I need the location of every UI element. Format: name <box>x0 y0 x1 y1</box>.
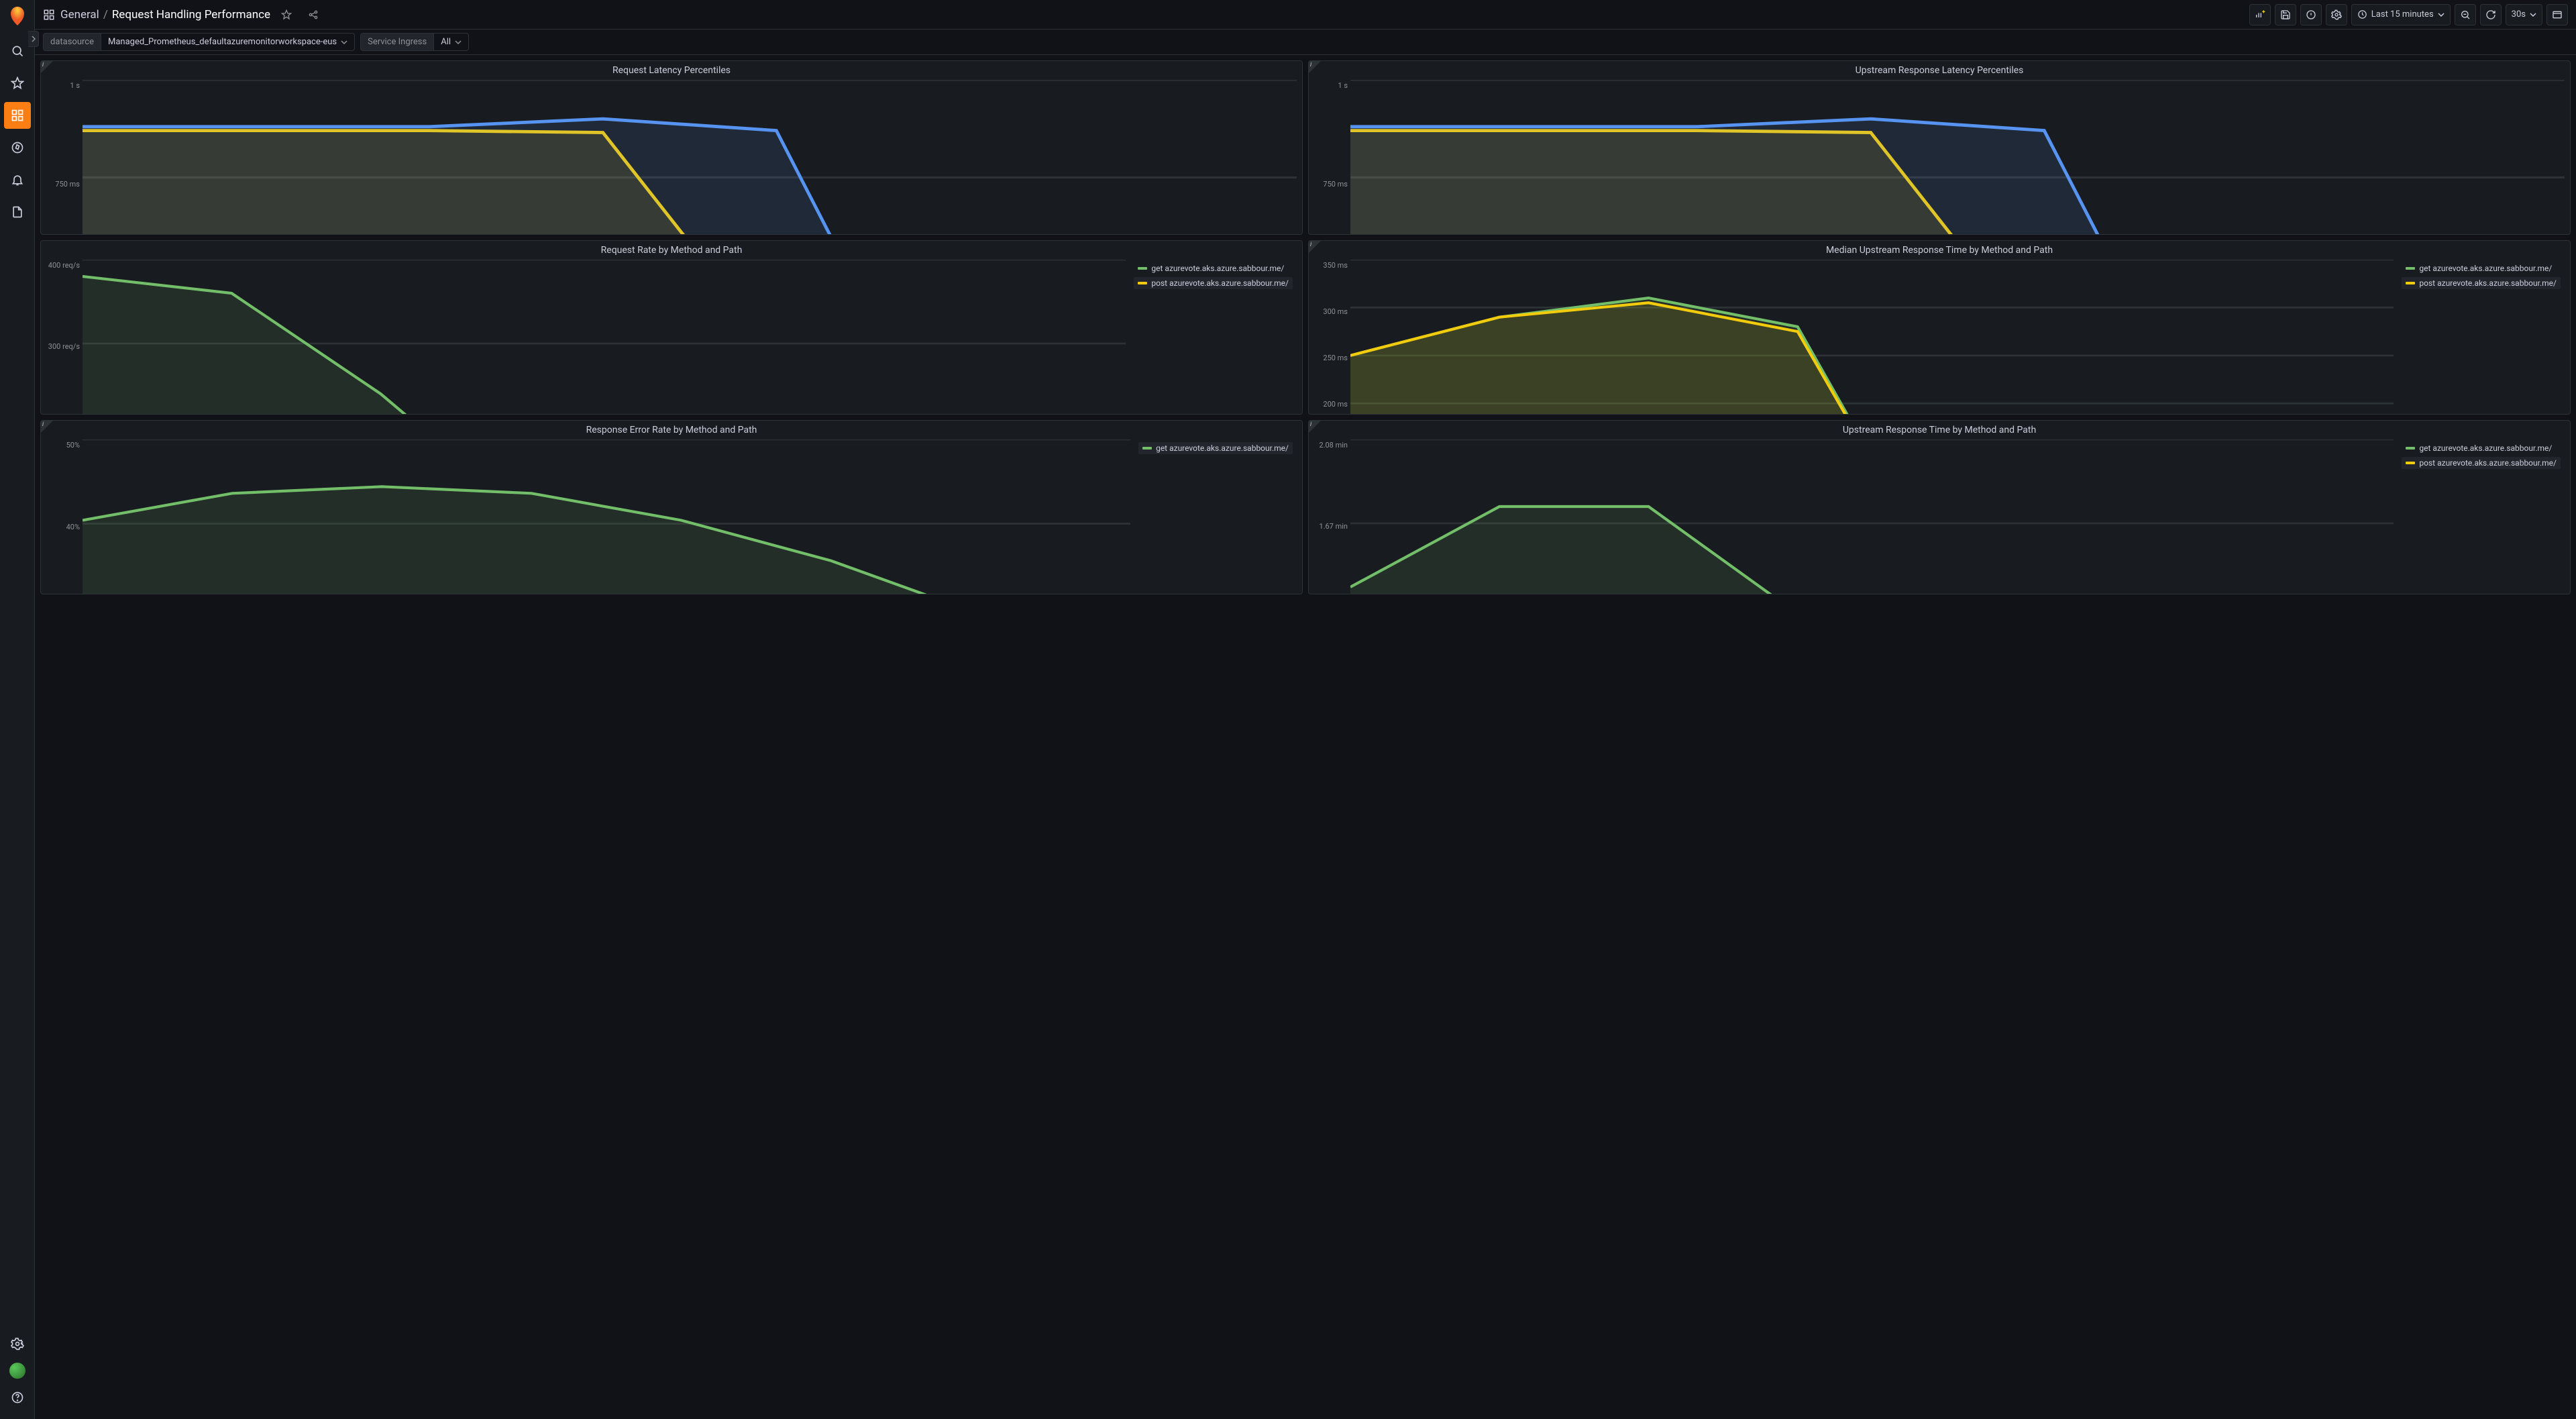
chart-plot[interactable] <box>1350 439 2394 594</box>
variable-service-ingress[interactable]: Service Ingress All <box>360 33 469 51</box>
chevron-down-icon <box>2530 11 2536 18</box>
panel-title: Request Latency Percentiles <box>41 61 1302 77</box>
y-axis: 2.08 min1.67 min1.25 min50 s25 s <box>1314 439 1350 594</box>
zoom-out-button[interactable] <box>2455 4 2476 25</box>
search-icon[interactable] <box>4 38 31 64</box>
refresh-interval-picker[interactable]: 30s <box>2506 4 2542 25</box>
panel-req_rate[interactable]: Request Rate by Method and Path 400 req/s… <box>40 240 1303 415</box>
variable-bar: datasource Managed_Prometheus_defaultazu… <box>35 30 2576 55</box>
panel-up_latency[interactable]: Upstream Response Latency Percentiles 1 s… <box>1308 60 2571 235</box>
nav-sidebar <box>0 0 35 1419</box>
y-axis: 1 s750 ms500 ms250 ms0 s <box>46 80 83 235</box>
grafana-logo-icon[interactable] <box>7 5 28 27</box>
cycle-view-button[interactable] <box>2546 4 2568 25</box>
y-axis: 50%40%30.0%20%10% <box>46 439 83 594</box>
starred-icon[interactable] <box>4 70 31 97</box>
legend-item[interactable]: get azurevote.aks.azure.sabbour.me/ <box>1138 442 1293 454</box>
legend-item[interactable]: post azurevote.aks.azure.sabbour.me/ <box>1134 277 1293 289</box>
chevron-down-icon <box>455 39 462 46</box>
share-button[interactable] <box>303 4 324 25</box>
panel-req_latency[interactable]: Request Latency Percentiles 1 s750 ms500 … <box>40 60 1303 235</box>
panel-median_up[interactable]: Median Upstream Response Time by Method … <box>1308 240 2571 415</box>
panel-info-icon[interactable] <box>1309 421 1321 433</box>
chart-plot[interactable] <box>83 80 1297 235</box>
y-axis: 1 s750 ms500 ms250 ms0 s <box>1314 80 1350 235</box>
chevron-down-icon <box>2438 11 2445 18</box>
y-axis: 350 ms300 ms250 ms200 ms150 ms100 ms50 m… <box>1314 260 1350 415</box>
panel-title: Request Rate by Method and Path <box>41 241 1302 257</box>
breadcrumb: General / Request Handling Performance <box>60 8 270 21</box>
chevron-down-icon <box>341 39 347 46</box>
y-axis: 400 req/s300 req/s200 req/s100 req/s0 re… <box>46 260 83 415</box>
variable-datasource[interactable]: datasource Managed_Prometheus_defaultazu… <box>43 33 355 51</box>
dashboard-insights-button[interactable] <box>2300 4 2322 25</box>
panel-err_rate[interactable]: Response Error Rate by Method and Path 50… <box>40 420 1303 594</box>
help-icon[interactable] <box>4 1384 31 1411</box>
legend-item[interactable]: get azurevote.aks.azure.sabbour.me/ <box>2402 442 2561 454</box>
alerting-icon[interactable] <box>4 166 31 193</box>
top-toolbar: General / Request Handling Performance L… <box>35 0 2576 30</box>
chart-plot[interactable] <box>83 439 1130 594</box>
dashboard-grid-icon <box>43 9 55 21</box>
legend-item[interactable]: get azurevote.aks.azure.sabbour.me/ <box>1134 262 1293 274</box>
chart-plot[interactable] <box>83 260 1126 415</box>
panel-info-icon[interactable] <box>41 421 53 433</box>
clock-icon <box>2357 9 2367 19</box>
panel-info-icon[interactable] <box>1309 241 1321 253</box>
panel-info-icon[interactable] <box>41 61 53 73</box>
dashboard-settings-button[interactable] <box>2326 4 2347 25</box>
panel-info-icon[interactable] <box>1309 61 1321 73</box>
breadcrumb-folder[interactable]: General <box>60 8 99 21</box>
chart-plot[interactable] <box>1350 80 2565 235</box>
legend: get azurevote.aks.azure.sabbour.me/post … <box>2398 439 2565 594</box>
expand-sidebar-button[interactable] <box>28 31 39 47</box>
save-button[interactable] <box>2275 4 2296 25</box>
page-title[interactable]: Request Handling Performance <box>112 8 270 21</box>
legend: get azurevote.aks.azure.sabbour.me/post … <box>1130 260 1297 415</box>
refresh-button[interactable] <box>2480 4 2502 25</box>
explore-icon[interactable] <box>4 134 31 161</box>
panel-up_time[interactable]: Upstream Response Time by Method and Pat… <box>1308 420 2571 594</box>
legend: get azurevote.aks.azure.sabbour.me/ <box>1134 439 1297 594</box>
panel-title: Upstream Response Time by Method and Pat… <box>1309 421 2570 437</box>
panel-title: Response Error Rate by Method and Path <box>41 421 1302 437</box>
panel-title: Upstream Response Latency Percentiles <box>1309 61 2570 77</box>
dashboards-icon[interactable] <box>4 102 31 129</box>
panel-grid: Request Latency Percentiles 1 s750 ms500 … <box>35 55 2576 1419</box>
chart-plot[interactable] <box>1350 260 2394 415</box>
legend-item[interactable]: post azurevote.aks.azure.sabbour.me/ <box>2402 457 2561 469</box>
user-avatar[interactable] <box>9 1363 25 1379</box>
legend: get azurevote.aks.azure.sabbour.me/post … <box>2398 260 2565 415</box>
legend-item[interactable]: post azurevote.aks.azure.sabbour.me/ <box>2402 277 2561 289</box>
settings-icon[interactable] <box>4 1330 31 1357</box>
file-icon[interactable] <box>4 199 31 225</box>
star-dashboard-button[interactable] <box>276 4 297 25</box>
legend-item[interactable]: get azurevote.aks.azure.sabbour.me/ <box>2402 262 2561 274</box>
time-range-picker[interactable]: Last 15 minutes <box>2351 4 2451 25</box>
panel-title: Median Upstream Response Time by Method … <box>1309 241 2570 257</box>
add-panel-button[interactable] <box>2249 4 2271 25</box>
